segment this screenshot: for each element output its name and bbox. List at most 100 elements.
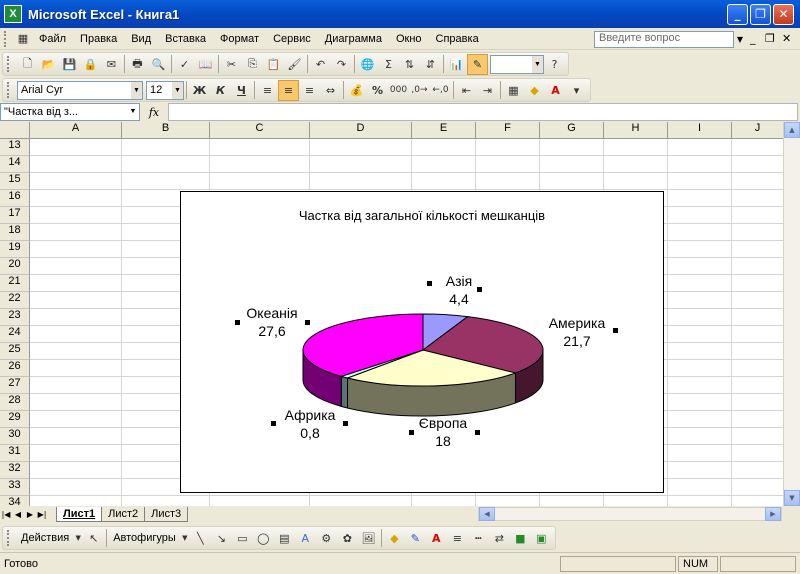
- fill-color-icon[interactable]: ◆: [384, 528, 405, 549]
- selection-handle[interactable]: [271, 421, 276, 426]
- prev-sheet-icon[interactable]: ◀: [12, 507, 24, 521]
- arrow-style-icon[interactable]: ⇄: [489, 528, 510, 549]
- menu-edit[interactable]: Правка: [73, 33, 124, 45]
- row-header[interactable]: 31: [0, 445, 30, 462]
- copy-icon[interactable]: ⎘: [242, 54, 263, 75]
- font-color-icon[interactable]: A: [545, 80, 566, 101]
- sheet-tab-3[interactable]: Лист3: [144, 506, 189, 522]
- next-sheet-icon[interactable]: ▶: [24, 507, 36, 521]
- fill-color-icon[interactable]: ◆: [524, 80, 545, 101]
- row-header[interactable]: 26: [0, 360, 30, 377]
- pie-slice-side-3[interactable]: [340, 375, 349, 409]
- row-header[interactable]: 17: [0, 207, 30, 224]
- select-all-corner[interactable]: [0, 122, 30, 139]
- borders-icon[interactable]: ▦: [503, 80, 524, 101]
- sheet-tab-1[interactable]: Лист1: [56, 506, 103, 522]
- line-color-icon[interactable]: ✎: [405, 528, 426, 549]
- row-header[interactable]: 14: [0, 156, 30, 173]
- line-style-icon[interactable]: ≡: [447, 528, 468, 549]
- vertical-scrollbar[interactable]: ▲ ▼: [783, 122, 800, 506]
- minimize-button[interactable]: _: [727, 3, 748, 25]
- bold-button[interactable]: Ж: [189, 80, 210, 101]
- selection-handle[interactable]: [235, 320, 240, 325]
- arrow-icon[interactable]: ↘: [211, 528, 232, 549]
- print-icon[interactable]: 🖶: [127, 54, 148, 75]
- help-question-input[interactable]: Введите вопрос: [594, 31, 734, 48]
- align-left-icon[interactable]: ≡: [257, 80, 278, 101]
- scroll-up-icon[interactable]: ▲: [784, 122, 800, 138]
- close-button[interactable]: ✕: [773, 3, 794, 25]
- data-label-europe[interactable]: Європа 18: [403, 414, 483, 450]
- font-color-icon[interactable]: A: [426, 528, 447, 549]
- row-header[interactable]: 33: [0, 479, 30, 496]
- data-label-oceania[interactable]: Океанія 27,6: [237, 304, 307, 340]
- toolbar-grip[interactable]: [7, 56, 13, 72]
- autoshapes-dropdown-icon[interactable]: ▼: [180, 528, 190, 549]
- merge-center-icon[interactable]: ⇔: [320, 80, 341, 101]
- 3d-style-icon[interactable]: ▣: [531, 528, 552, 549]
- row-header[interactable]: 15: [0, 173, 30, 190]
- row-header[interactable]: 22: [0, 292, 30, 309]
- first-sheet-icon[interactable]: |◀: [0, 507, 12, 521]
- save-icon[interactable]: 💾: [59, 54, 80, 75]
- help-dropdown-arrow[interactable]: ▼: [734, 31, 746, 48]
- font-name-combo[interactable]: Arial Cyr ▼: [17, 80, 143, 100]
- menu-view[interactable]: Вид: [124, 33, 158, 45]
- menu-grip[interactable]: [4, 30, 10, 47]
- name-box[interactable]: "Частка від з... ▼: [0, 103, 140, 121]
- row-header[interactable]: 18: [0, 224, 30, 241]
- column-header-b[interactable]: B: [122, 122, 210, 139]
- sort-ascending-icon[interactable]: ⇅: [399, 54, 420, 75]
- row-header[interactable]: 13: [0, 139, 30, 156]
- align-right-icon[interactable]: ≡: [299, 80, 320, 101]
- row-header[interactable]: 19: [0, 241, 30, 258]
- select-objects-icon[interactable]: ↖: [83, 528, 104, 549]
- currency-icon[interactable]: 💰: [346, 80, 367, 101]
- chart-wizard-icon[interactable]: 📊: [446, 54, 467, 75]
- help-icon[interactable]: ?: [544, 54, 565, 75]
- actions-dropdown-icon[interactable]: ▼: [73, 528, 83, 549]
- selection-handle[interactable]: [427, 281, 432, 286]
- row-header[interactable]: 30: [0, 428, 30, 445]
- workbook-icon[interactable]: ▦: [14, 28, 32, 49]
- picture-icon[interactable]: 🖼: [358, 528, 379, 549]
- column-header-h[interactable]: H: [604, 122, 668, 139]
- email-icon[interactable]: ✉: [101, 54, 122, 75]
- row-header[interactable]: 34: [0, 496, 30, 506]
- row-header[interactable]: 16: [0, 190, 30, 207]
- open-icon[interactable]: 📂: [38, 54, 59, 75]
- clipart-icon[interactable]: ✿: [337, 528, 358, 549]
- row-header[interactable]: 25: [0, 343, 30, 360]
- hyperlink-icon[interactable]: 🌐: [357, 54, 378, 75]
- new-icon[interactable]: 🗋: [17, 54, 38, 75]
- doc-restore-icon[interactable]: ❐: [765, 32, 775, 45]
- redo-icon[interactable]: ↷: [331, 54, 352, 75]
- menu-help[interactable]: Справка: [429, 33, 486, 45]
- menu-tools[interactable]: Сервис: [266, 33, 318, 45]
- doc-minimize-icon[interactable]: _: [750, 32, 756, 45]
- menu-file[interactable]: Файл: [32, 33, 73, 45]
- italic-button[interactable]: К: [210, 80, 231, 101]
- row-header[interactable]: 29: [0, 411, 30, 428]
- spelling-icon[interactable]: ✓: [174, 54, 195, 75]
- row-header[interactable]: 21: [0, 275, 30, 292]
- selection-handle[interactable]: [477, 287, 482, 292]
- excel-app-icon[interactable]: X: [4, 5, 22, 23]
- menu-insert[interactable]: Вставка: [158, 33, 213, 45]
- research-icon[interactable]: 📖: [195, 54, 216, 75]
- menu-window[interactable]: Окно: [389, 33, 429, 45]
- column-header-f[interactable]: F: [476, 122, 540, 139]
- increase-indent-icon[interactable]: ⇥: [477, 80, 498, 101]
- actions-menu[interactable]: Действия: [17, 532, 73, 544]
- last-sheet-icon[interactable]: ▶|: [36, 507, 48, 521]
- row-header[interactable]: 28: [0, 394, 30, 411]
- autosum-icon[interactable]: Σ: [378, 54, 399, 75]
- decrease-decimal-icon[interactable]: ←,0: [430, 80, 451, 101]
- drawing-icon[interactable]: ✎: [467, 53, 488, 75]
- format-painter-icon[interactable]: 🖌: [284, 54, 305, 75]
- worksheet-grid[interactable]: A B C D E F G H I J 13 14 15 16 17 18 19…: [0, 122, 800, 506]
- align-center-icon[interactable]: ≡: [278, 79, 299, 101]
- formula-input[interactable]: [168, 103, 798, 121]
- data-label-america[interactable]: Америка 21,7: [537, 314, 617, 350]
- wordart-icon[interactable]: A: [295, 528, 316, 549]
